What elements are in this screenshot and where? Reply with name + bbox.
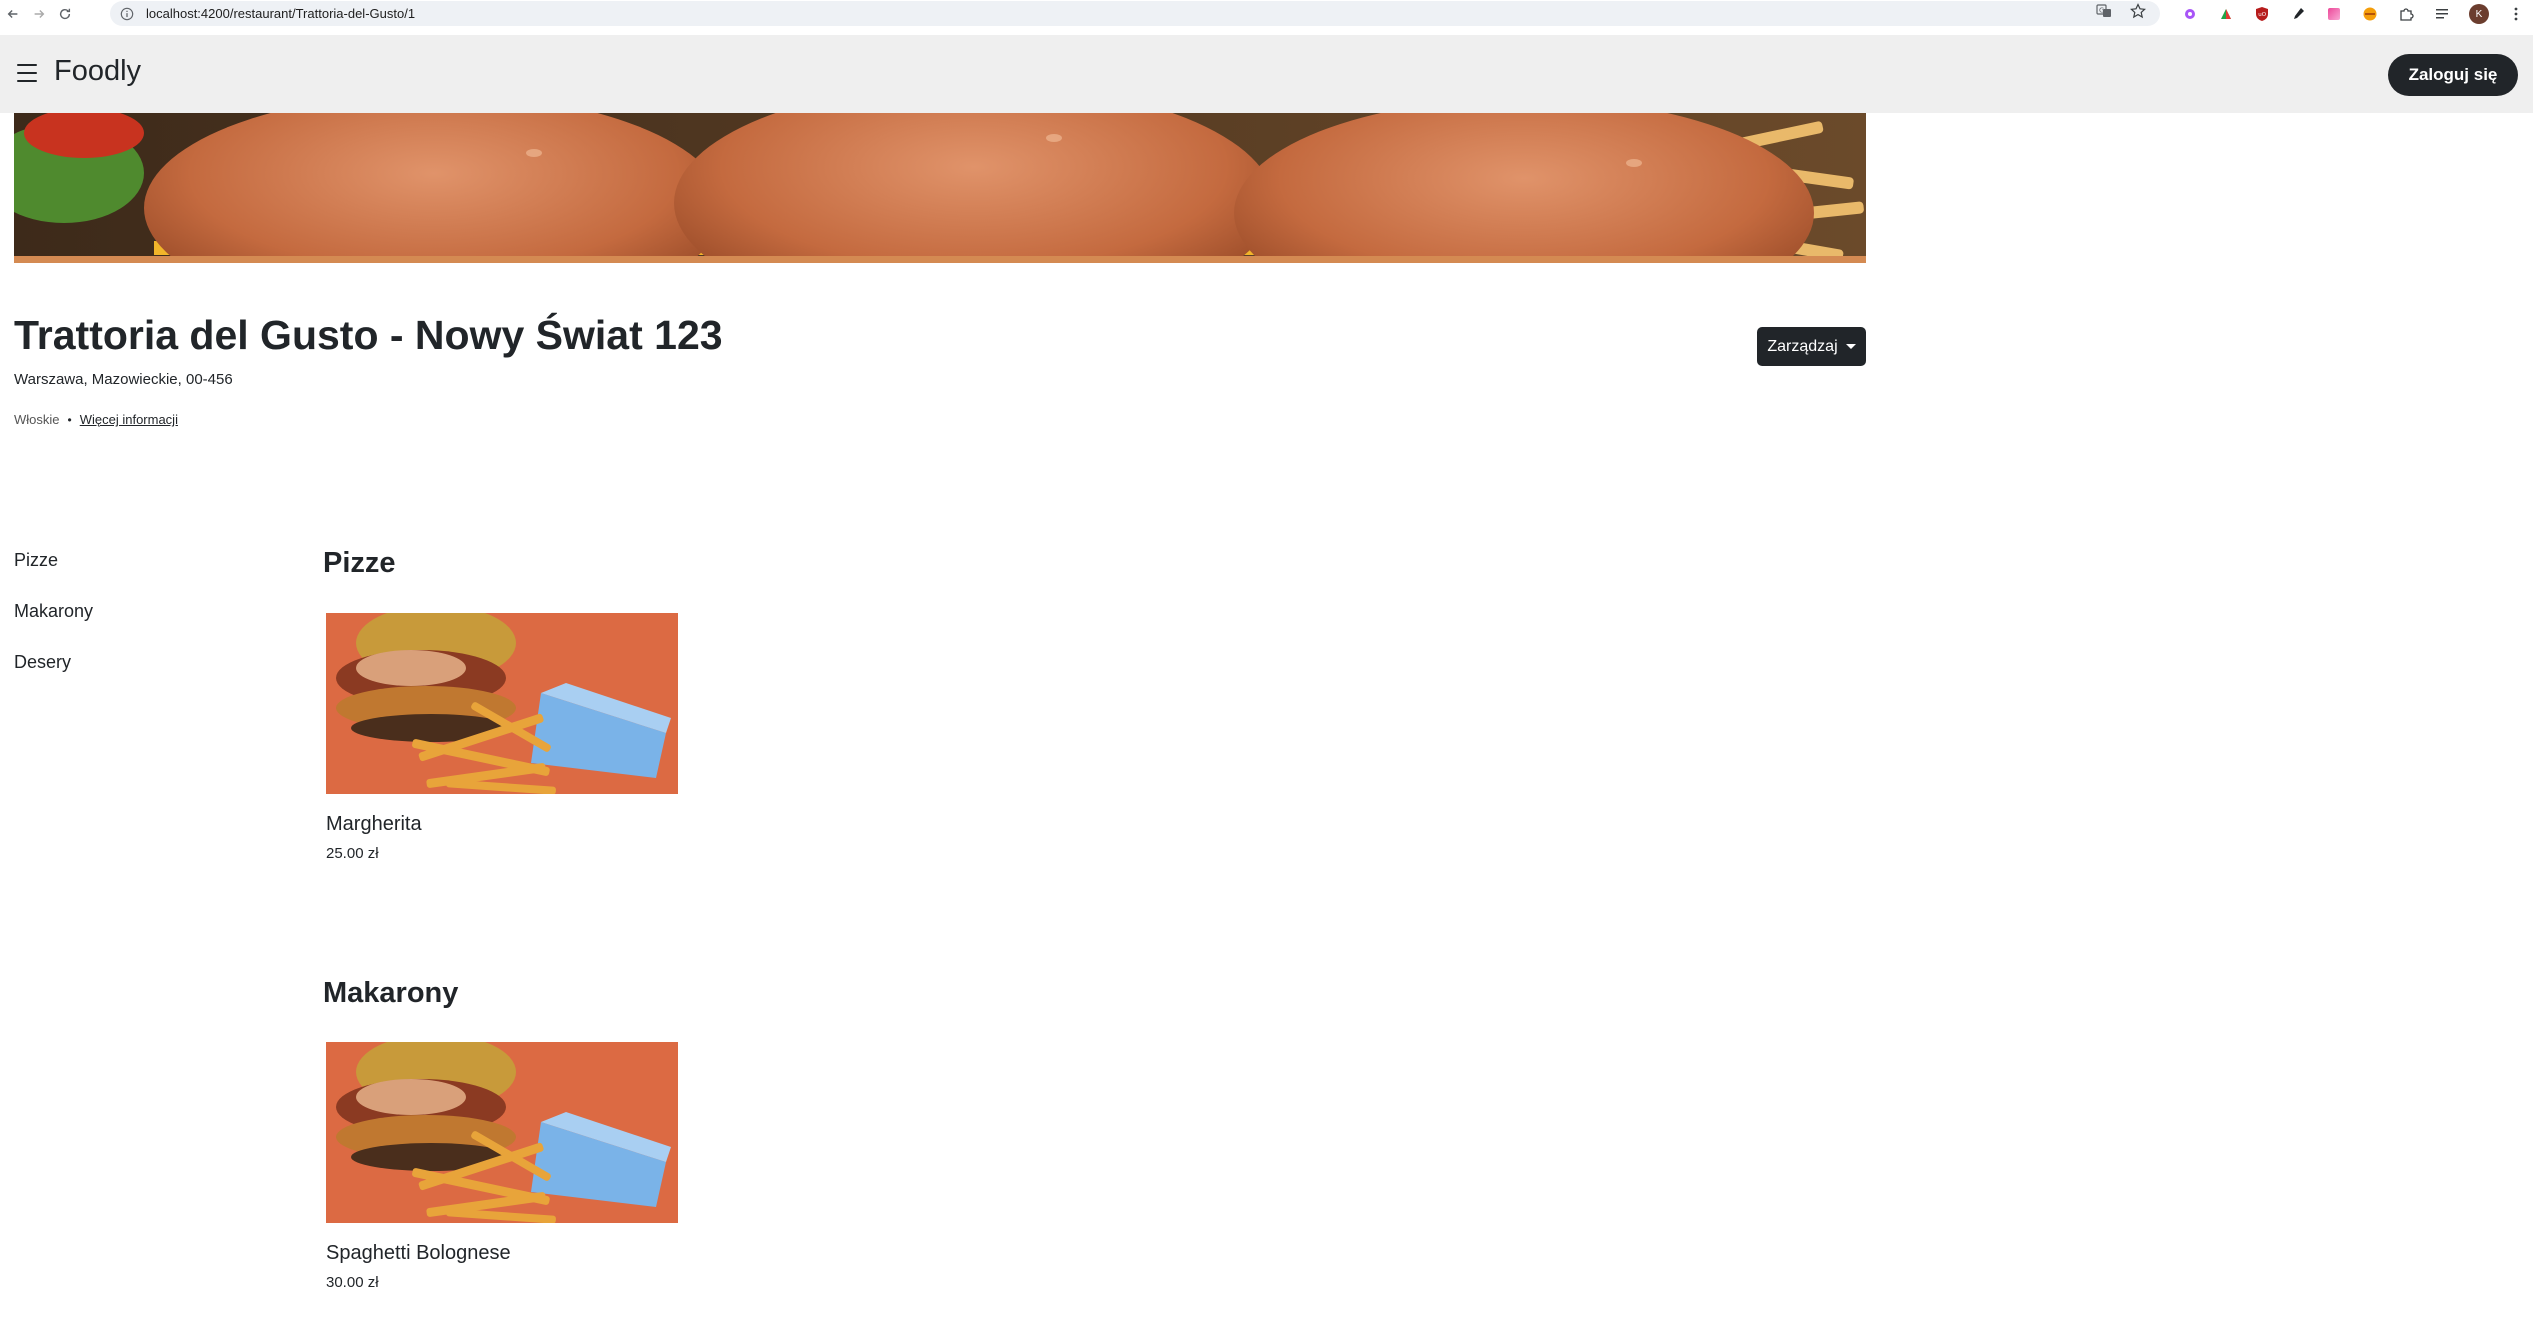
reload-icon[interactable] (52, 0, 78, 27)
category-link-makarony[interactable]: Makarony (14, 599, 93, 650)
restaurant-title: Trattoria del Gusto - Nowy Świat 123 (14, 312, 723, 358)
translate-icon[interactable]: G (2096, 3, 2112, 24)
extension-gradient-icon[interactable] (2325, 5, 2343, 23)
manage-label: Zarządzaj (1767, 337, 1838, 355)
section-title-pizze: Pizze (323, 547, 396, 579)
hero-banner-image (14, 113, 1866, 263)
extension-burger-icon[interactable] (2361, 5, 2379, 23)
ublock-shield-icon[interactable]: uO (2253, 5, 2271, 23)
app-navbar: Foodly Zaloguj się (0, 35, 2533, 113)
bookmark-star-icon[interactable] (2130, 3, 2146, 24)
category-nav: Pizze Makarony Desery (14, 548, 93, 701)
restaurant-address: Warszawa, Mazowieckie, 00-456 (14, 371, 233, 388)
restaurant-meta: Włoskie • Więcej informacji (14, 412, 178, 427)
section-title-makarony: Makarony (323, 977, 459, 1009)
dish-card[interactable]: Spaghetti Bolognese 30.00 zł (326, 1042, 678, 1291)
dish-card[interactable]: Margherita 25.00 zł (326, 613, 678, 862)
site-info-icon[interactable] (120, 7, 134, 21)
cuisine-label: Włoskie (14, 412, 60, 427)
extensions-bar: uO K (2181, 4, 2525, 24)
extension-gear-icon[interactable] (2181, 5, 2199, 23)
meta-separator: • (67, 412, 72, 427)
dish-image (326, 613, 678, 794)
browser-toolbar: localhost:4200/restaurant/Trattoria-del-… (0, 0, 2533, 27)
dish-price: 30.00 zł (326, 1274, 379, 1291)
address-bar[interactable]: localhost:4200/restaurant/Trattoria-del-… (110, 1, 2160, 26)
more-info-link[interactable]: Więcej informacji (80, 412, 178, 427)
reading-list-icon[interactable] (2433, 5, 2451, 23)
category-link-desery[interactable]: Desery (14, 650, 93, 701)
forward-arrow-icon[interactable] (26, 0, 52, 27)
brand-logo[interactable]: Foodly (54, 55, 141, 88)
caret-down-icon (1845, 344, 1856, 349)
extension-colorful-icon[interactable] (2217, 5, 2235, 23)
profile-avatar[interactable]: K (2469, 4, 2489, 24)
hamburger-menu-icon[interactable] (17, 64, 37, 82)
dish-name: Margherita (326, 813, 422, 835)
dish-price: 25.00 zł (326, 845, 379, 862)
category-link-pizze[interactable]: Pizze (14, 548, 93, 599)
dish-name: Spaghetti Bolognese (326, 1242, 511, 1264)
kebab-menu-icon[interactable] (2507, 5, 2525, 23)
back-arrow-icon[interactable] (0, 0, 26, 27)
puzzle-extensions-icon[interactable] (2397, 5, 2415, 23)
eyedropper-icon[interactable] (2289, 5, 2307, 23)
dish-image (326, 1042, 678, 1223)
login-button[interactable]: Zaloguj się (2388, 54, 2518, 96)
url-text: localhost:4200/restaurant/Trattoria-del-… (146, 6, 416, 21)
manage-dropdown-button[interactable]: Zarządzaj (1757, 327, 1866, 366)
svg-text:uO: uO (2258, 12, 2266, 18)
